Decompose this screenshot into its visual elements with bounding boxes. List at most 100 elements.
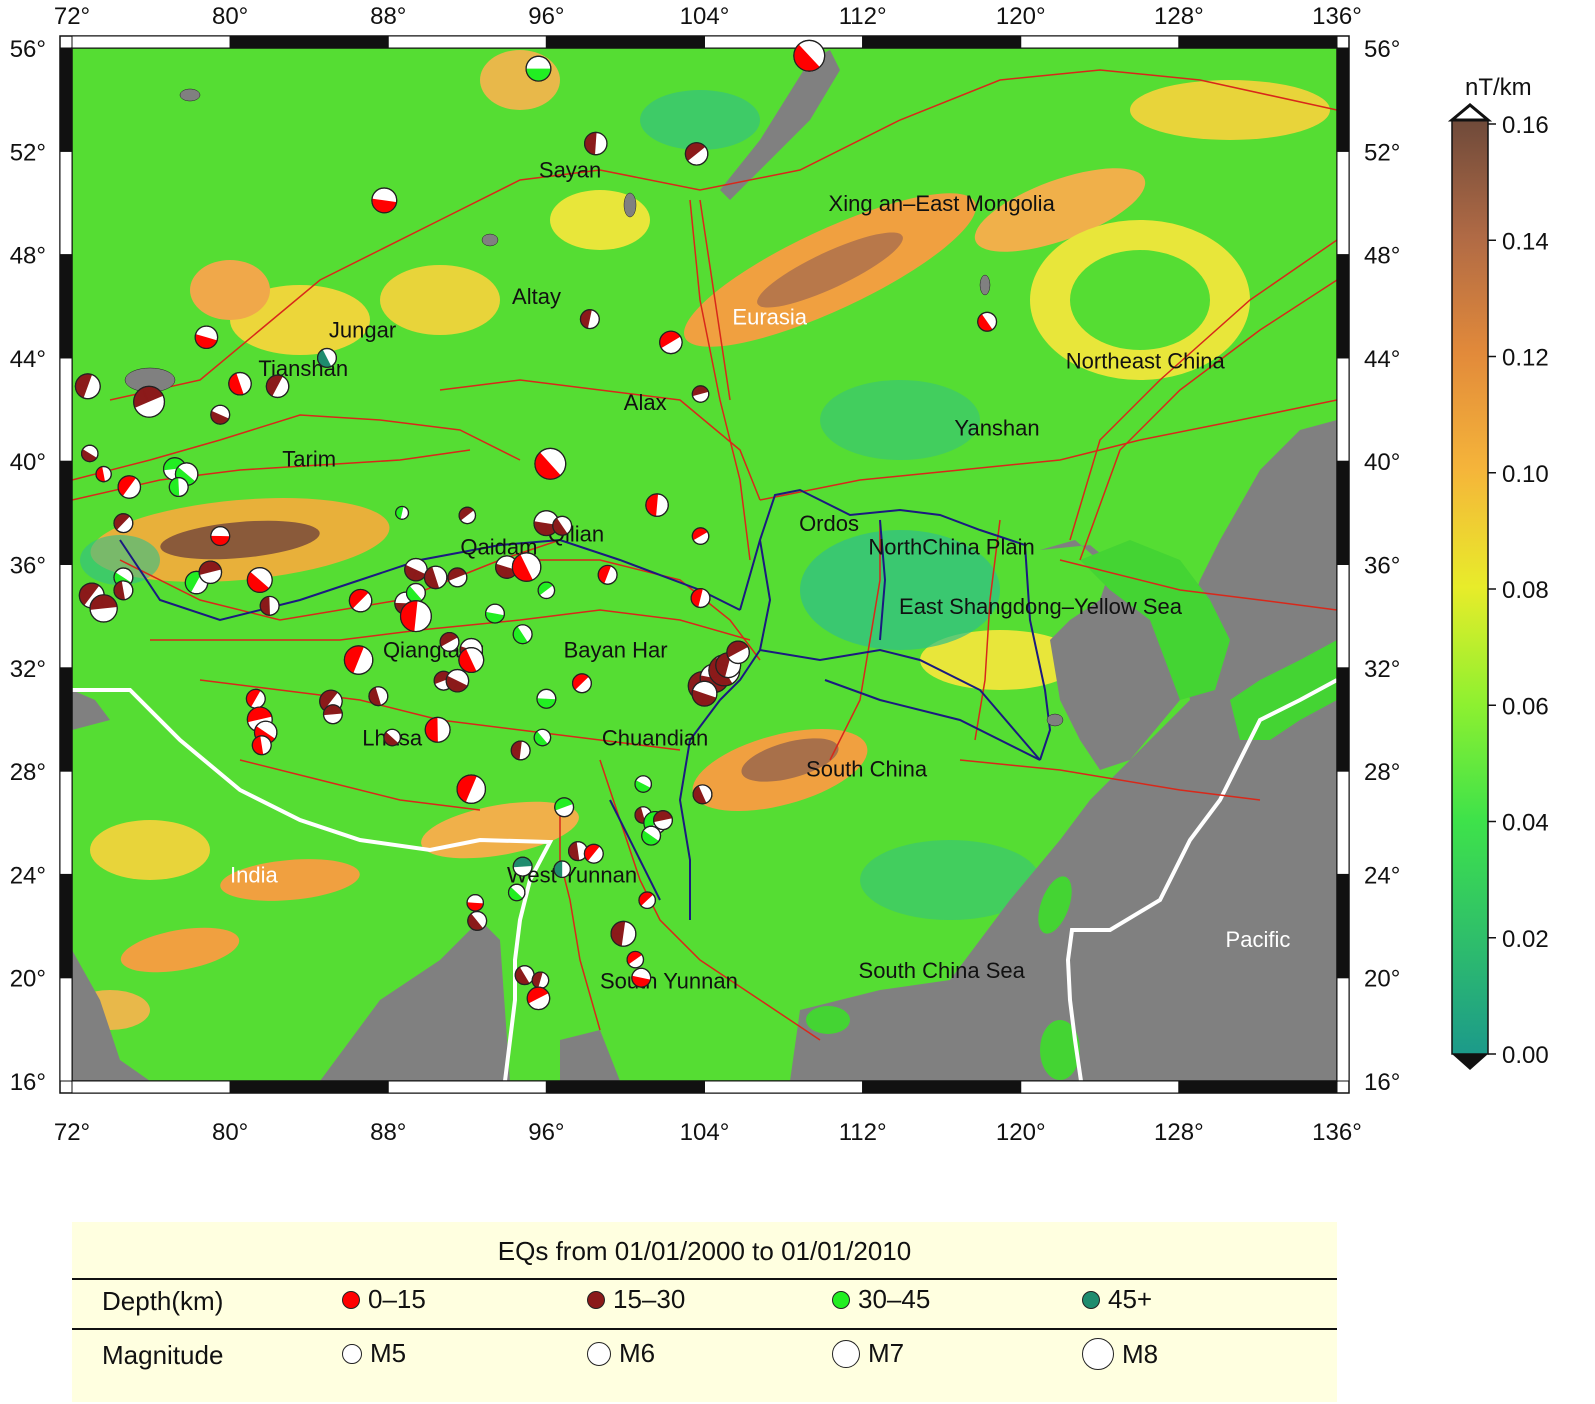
earthquake-beachball <box>977 311 998 332</box>
depth-color-swatch <box>587 1290 605 1309</box>
colorbar-tick-label: 0.00 <box>1502 1042 1549 1069</box>
latitude-label: 24° <box>1364 862 1400 889</box>
colorbar-tick-label: 0.08 <box>1502 577 1549 604</box>
earthquake-beachball <box>316 347 337 368</box>
longitude-label: 120° <box>996 1119 1046 1146</box>
region-label: Tarim <box>282 447 336 472</box>
earthquake-beachball <box>456 774 487 804</box>
legend-magnitude-text: M8 <box>1122 1338 1159 1369</box>
longitude-label: 88° <box>370 1119 406 1146</box>
earthquake-beachball <box>691 385 710 403</box>
earthquake-beachball <box>210 404 231 425</box>
colorbar-tick-label: 0.16 <box>1502 112 1549 139</box>
latitude-label: 36° <box>1364 553 1400 580</box>
earthquake-beachball <box>626 950 645 969</box>
longitude-label: 112° <box>839 3 887 30</box>
latitude-label: 52° <box>1364 139 1400 166</box>
colorbar-tick-label: 0.12 <box>1502 345 1549 372</box>
latitude-label: 32° <box>10 656 46 683</box>
earthquake-beachball <box>348 588 373 613</box>
earthquake-beachball <box>507 883 526 902</box>
legend-title: EQs from 01/01/2000 to 01/01/2010 <box>497 1236 912 1266</box>
earthquake-beachball <box>691 527 710 545</box>
latitude-label: 24° <box>10 862 46 889</box>
earthquake-beachball <box>322 704 343 725</box>
earthquake-beachball <box>512 856 533 877</box>
earthquake-beachball <box>583 131 608 156</box>
region-label: South Yunnan <box>600 968 738 993</box>
region-label: India <box>230 862 278 887</box>
earthquake-beachball <box>228 371 252 396</box>
earthquake-beachball <box>533 728 552 747</box>
region-label: Bayan Har <box>564 638 668 663</box>
latitude-label: 16° <box>10 1069 46 1096</box>
longitude-label: 80° <box>212 1119 248 1146</box>
earthquake-beachball <box>691 680 718 707</box>
magnitude-size-circle <box>342 1343 362 1364</box>
colorbar-tick-label: 0.06 <box>1502 693 1549 720</box>
depth-color-swatch <box>1082 1290 1100 1309</box>
region-label: Chuandian <box>602 726 708 751</box>
colorbar-tick-label: 0.02 <box>1502 926 1549 953</box>
earthquake-beachball <box>793 39 826 72</box>
longitude-label: 136° <box>1312 3 1362 30</box>
earthquake-beachball <box>641 825 662 846</box>
magnitude-size-circle <box>587 1341 611 1366</box>
region-label: Eurasia <box>732 305 807 330</box>
region-label: Xing an–East Mongolia <box>829 191 1056 216</box>
latitude-label: 20° <box>1364 966 1400 993</box>
latitude-label: 36° <box>10 553 46 580</box>
latitude-label: 40° <box>1364 449 1400 476</box>
latitude-label: 52° <box>10 139 46 166</box>
magnitude-size-circle <box>1082 1338 1114 1370</box>
region-label: Pacific <box>1226 927 1291 952</box>
legend-divider <box>72 1328 1337 1330</box>
earthquake-beachball <box>399 600 432 633</box>
region-label: Alax <box>624 390 667 415</box>
earthquake-beachball <box>583 843 604 864</box>
earthquake-beachball <box>511 552 542 582</box>
region-label: South China Sea <box>859 958 1026 983</box>
longitude-label: 88° <box>370 3 406 30</box>
colorbar: nT/km 0.16 0.14 0.12 0.10 0.08 0.06 0.04 0.02 0.… <box>1447 74 1549 1070</box>
longitude-label: 96° <box>528 1119 564 1146</box>
legend-depth-text: 30–45 <box>858 1284 931 1314</box>
earthquake-beachball <box>634 775 653 793</box>
region-label: Yanshan <box>954 416 1039 441</box>
latitude-label: 44° <box>10 346 46 373</box>
earthquake-beachball <box>405 582 426 603</box>
region-label: Ordos <box>799 511 859 536</box>
earthquake-beachball <box>424 716 451 743</box>
longitude-label: 136° <box>1312 1119 1362 1146</box>
latitude-label: 56° <box>1364 36 1400 63</box>
earthquake-beachball <box>534 447 567 480</box>
colorbar-tick-label: 0.14 <box>1502 228 1549 255</box>
earthquake-beachball <box>458 647 485 674</box>
earthquake-beachball <box>690 588 711 609</box>
legend-magnitude-text: M5 <box>370 1338 407 1368</box>
legend-depth-item: 0–15 <box>342 1284 426 1315</box>
earthquake-beachball <box>198 560 223 585</box>
earthquake-beachball <box>526 986 551 1011</box>
longitude-label: 72° <box>54 1119 90 1146</box>
legend-magnitude-text: M7 <box>868 1338 905 1368</box>
earthquake-beachball <box>80 444 99 463</box>
longitude-label: 112° <box>839 1119 887 1146</box>
region-label: NorthChina Plain <box>868 534 1034 559</box>
latitude-label: 16° <box>1364 1069 1400 1096</box>
region-label: East Shangdong–Yellow Sea <box>899 594 1183 619</box>
earthquake-beachball <box>95 465 112 483</box>
longitude-label: 72° <box>54 3 90 30</box>
latitude-label: 28° <box>1364 759 1400 786</box>
earthquake-beachball <box>554 797 575 818</box>
earthquake-beachball <box>510 740 531 761</box>
latitude-label: 28° <box>10 759 46 786</box>
earthquake-beachball <box>445 668 470 693</box>
earthquake-beachball <box>423 565 448 590</box>
legend-depth-item: 30–45 <box>832 1284 930 1315</box>
earthquake-beachball <box>395 505 410 520</box>
earthquake-beachball <box>259 595 280 616</box>
region-label: South China <box>806 757 928 782</box>
earthquake-beachball <box>553 860 571 879</box>
colorbar-unit: nT/km <box>1465 74 1532 101</box>
